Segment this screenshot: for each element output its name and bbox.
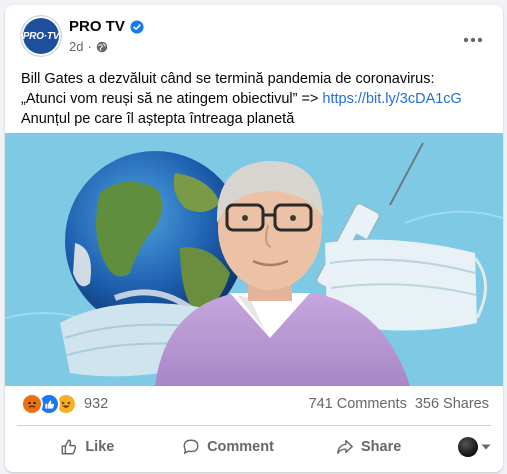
comment-button[interactable]: Comment	[158, 430, 299, 464]
user-avatar	[458, 437, 479, 457]
shares-count[interactable]: 356 Shares	[415, 396, 489, 412]
more-options-button[interactable]	[455, 22, 491, 58]
thumbs-up-icon	[61, 439, 77, 455]
page-name[interactable]: PRO TV	[69, 18, 125, 35]
verified-badge-icon	[130, 19, 144, 34]
post-actions: Like Comment Share	[17, 429, 491, 465]
share-label: Share	[361, 439, 402, 455]
comment-bubble-icon	[183, 439, 199, 455]
post-timestamp[interactable]: 2d	[69, 39, 83, 54]
avatar-logo-text: PRO·TV	[22, 30, 60, 42]
like-label: Like	[85, 439, 115, 455]
actions-divider	[17, 425, 491, 426]
post-message: Bill Gates a dezvăluit când se termină p…	[21, 69, 493, 129]
post-header: PRO·TV PRO TV 2d ·	[21, 16, 491, 58]
post-meta: 2d ·	[69, 39, 108, 54]
share-button[interactable]: Share	[298, 430, 439, 464]
post-text-quote: „Atunci vom reuși să ne atingem obiectiv…	[21, 91, 323, 107]
post-text-line-1: Bill Gates a dezvăluit când se termină p…	[21, 71, 435, 87]
angry-reaction-icon	[21, 393, 43, 415]
post-card: PRO·TV PRO TV 2d · Bill Gates a dezvălui…	[5, 5, 503, 472]
more-options-icon	[463, 37, 483, 43]
reaction-icons[interactable]	[21, 393, 77, 415]
chevron-down-icon	[481, 444, 491, 450]
post-text-line-3: Anunțul pe care îl aștepta întreaga plan…	[21, 111, 295, 127]
post-image-illustration	[5, 133, 503, 386]
post-text-line-2: „Atunci vom reuși să ne atingem obiectiv…	[21, 89, 493, 109]
react-as-selector[interactable]	[439, 437, 491, 457]
comments-count[interactable]: 741 Comments	[309, 396, 407, 412]
reactions-count[interactable]: 932	[84, 396, 108, 412]
share-arrow-icon	[337, 439, 353, 455]
page-name-row: PRO TV	[69, 18, 144, 35]
globe-icon[interactable]	[96, 41, 108, 53]
like-button[interactable]: Like	[17, 430, 158, 464]
meta-separator: ·	[87, 39, 92, 54]
reactions-summary: 932 741 Comments 356 Shares	[21, 393, 489, 415]
post-image[interactable]	[5, 133, 503, 386]
comment-label: Comment	[207, 439, 274, 455]
post-link[interactable]: https://bit.ly/3cDA1cG	[322, 91, 461, 107]
page-avatar[interactable]: PRO·TV	[21, 16, 61, 56]
